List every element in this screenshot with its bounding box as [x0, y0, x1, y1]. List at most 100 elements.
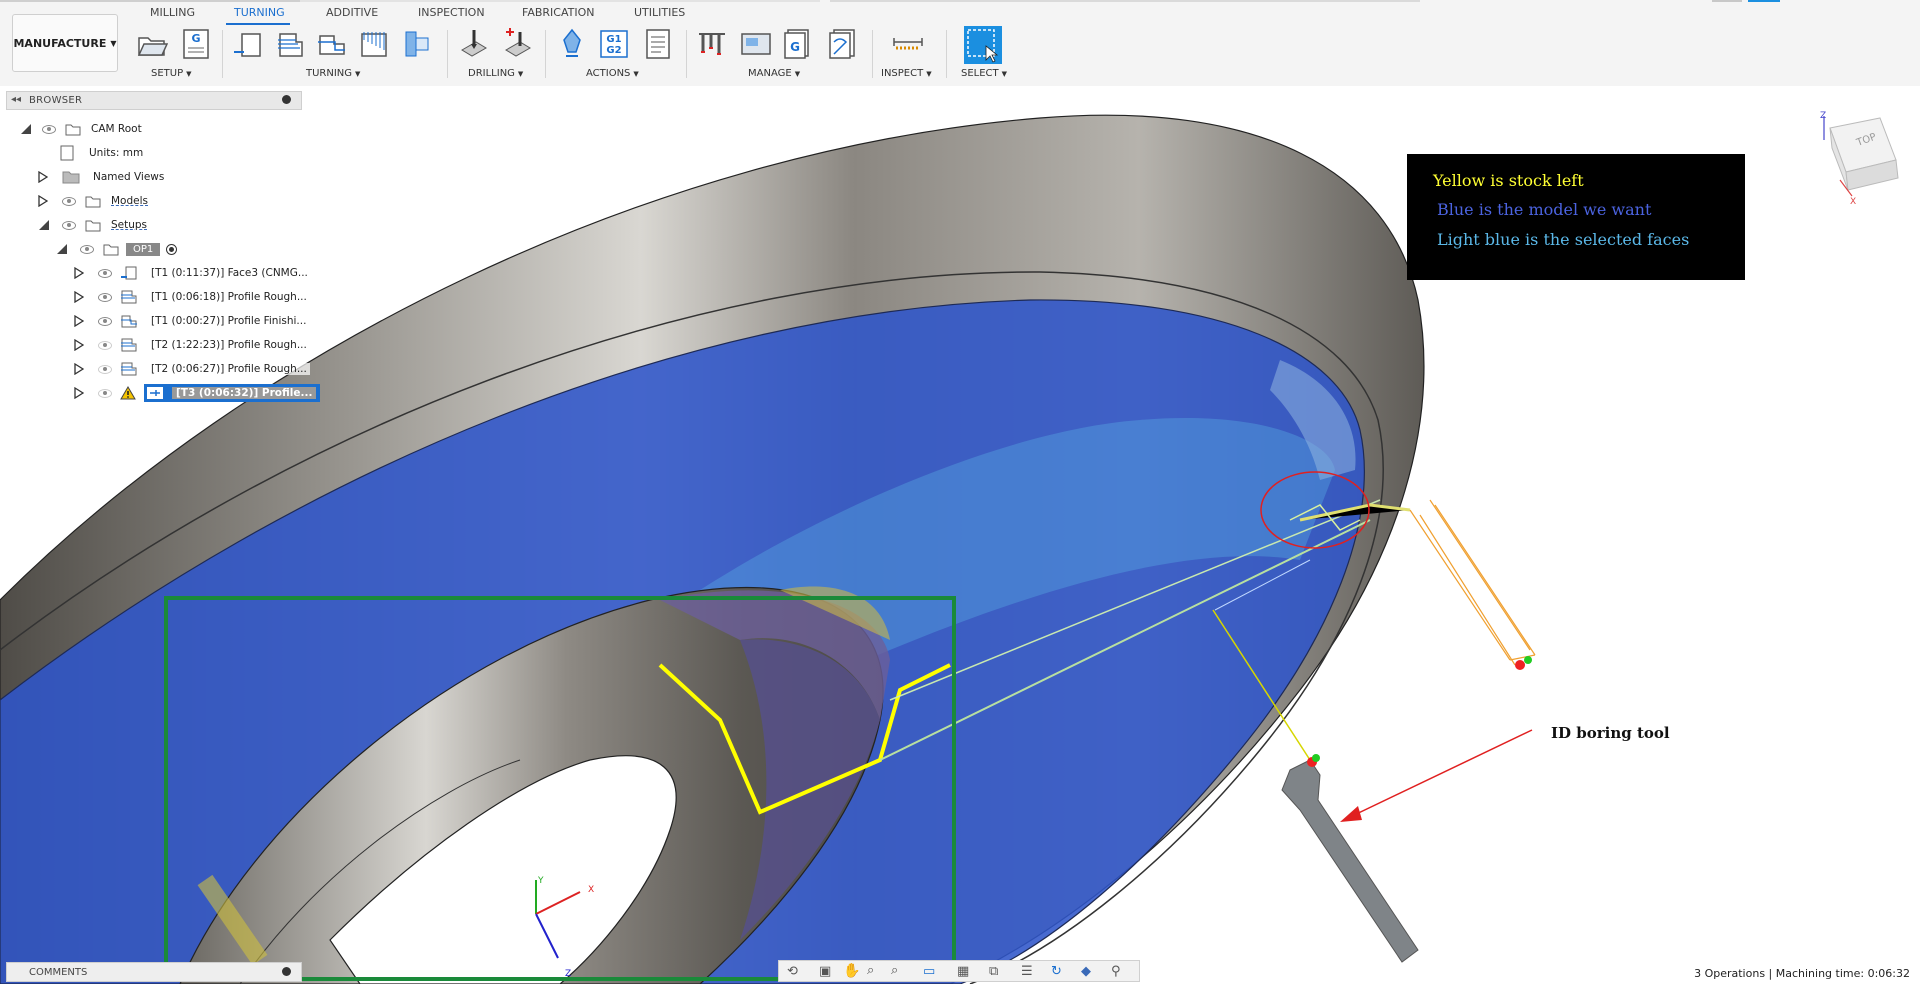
tab-additive[interactable]: ADDITIVE [326, 6, 378, 19]
tab-milling[interactable]: MILLING [150, 6, 195, 19]
chevron-down-icon: ▼ [355, 70, 361, 78]
viewports-icon[interactable]: ⧉ [989, 964, 998, 979]
post-library-icon[interactable]: G [782, 28, 814, 60]
machine-library-icon[interactable] [740, 28, 772, 60]
add-comment-icon[interactable] [282, 967, 291, 976]
group-divider [447, 30, 448, 78]
visibility-eye-hidden-icon[interactable] [98, 340, 112, 350]
effects-icon[interactable]: ⚲ [1111, 964, 1121, 979]
chevron-down-icon: ▼ [794, 70, 801, 78]
tree-item-cam-root[interactable]: CAM Root [20, 120, 145, 138]
collapse-panel-icon[interactable]: ◂◂ [11, 94, 21, 105]
drill-add-icon[interactable] [502, 28, 534, 60]
group-drilling-menu[interactable]: DRILLING ▼ [468, 68, 523, 79]
comments-panel[interactable]: COMMENTS [6, 962, 302, 982]
select-icon[interactable] [964, 26, 1002, 64]
refresh-icon[interactable]: ↻ [1051, 964, 1062, 979]
tab-fabrication[interactable]: FABRICATION [522, 6, 594, 19]
expand-triangle-icon[interactable] [38, 171, 48, 183]
ribbon-toolbar: MANUFACTURE ▼ MILLING TURNING ADDITIVE I… [0, 0, 1920, 87]
pan-icon[interactable]: ✋ [843, 963, 860, 979]
expand-triangle-icon[interactable] [74, 363, 84, 375]
operation-label: [T2 (0:06:27)] Profile Rough... [148, 363, 310, 375]
tool-library-icon[interactable] [696, 28, 728, 60]
orbit-icon[interactable]: ⟲ [787, 964, 798, 979]
tree-item-setups[interactable]: Setups [38, 216, 151, 234]
expand-triangle-icon[interactable] [74, 315, 84, 327]
turning-part-icon[interactable] [400, 28, 432, 60]
setup-sheet-icon[interactable] [642, 28, 674, 60]
group-divider [946, 30, 947, 78]
tree-item-operation[interactable]: [T2 (0:06:27)] Profile Rough... [74, 360, 310, 378]
tree-item-operation[interactable]: [T2 (1:22:23)] Profile Rough... [74, 336, 310, 354]
look-at-icon[interactable]: ▣ [819, 964, 831, 979]
activate-radio-icon[interactable] [166, 243, 178, 255]
post-process-icon[interactable]: G1 G2 [598, 28, 630, 60]
group-divider [686, 30, 687, 78]
turning-groove-icon[interactable] [358, 28, 390, 60]
grid-icon[interactable]: ▦ [957, 964, 969, 979]
environment-icon[interactable]: ◆ [1081, 964, 1091, 979]
drill-icon[interactable] [458, 28, 490, 60]
tab-turning[interactable]: TURNING [234, 6, 285, 19]
zoom-icon[interactable]: ⌕ [867, 963, 874, 978]
visibility-eye-icon[interactable] [98, 268, 112, 278]
visibility-eye-icon[interactable] [42, 124, 56, 134]
simulate-icon[interactable] [556, 28, 588, 60]
view-cube[interactable]: TOP Z X [1820, 111, 1899, 207]
annotation-label: ID boring tool [1551, 724, 1670, 742]
legend-yellow: Yellow is stock left [1433, 171, 1584, 190]
collapse-triangle-icon[interactable] [56, 243, 68, 255]
annotation-arrowhead [1340, 806, 1362, 822]
group-select-menu[interactable]: SELECT ▼ [961, 68, 1007, 79]
display-settings-icon[interactable]: ▭ [923, 964, 935, 979]
tab-inspection[interactable]: INSPECTION [418, 6, 485, 19]
tree-item-op1[interactable]: OP1 [56, 240, 178, 258]
expand-triangle-icon[interactable] [74, 387, 84, 399]
group-setup-label: SETUP [151, 68, 184, 79]
visibility-eye-icon[interactable] [98, 316, 112, 326]
zoom-window-icon[interactable]: ⌕ [891, 963, 898, 978]
panel-options-icon[interactable] [282, 95, 291, 104]
tree-item-operation[interactable]: [T1 (0:11:37)] Face3 (CNMG... [74, 264, 311, 282]
tree-item-units[interactable]: Units: mm [60, 144, 147, 162]
group-actions-menu[interactable]: ACTIONS ▼ [586, 68, 639, 79]
setup-folder-icon[interactable] [136, 28, 168, 60]
tree-item-named-views[interactable]: Named Views [38, 168, 168, 186]
nc-program-icon[interactable]: G [180, 28, 212, 60]
expand-triangle-icon[interactable] [38, 195, 48, 207]
expand-triangle-icon[interactable] [74, 267, 84, 279]
tree-item-operation-selected[interactable]: [T3 (0:06:32)] Profile... [74, 384, 321, 402]
folder-icon [62, 171, 80, 184]
collapse-triangle-icon[interactable] [20, 123, 32, 135]
turning-face-icon[interactable] [232, 28, 264, 60]
turning-profile-finishing-icon[interactable] [316, 28, 348, 60]
visibility-eye-icon[interactable] [80, 244, 94, 254]
group-inspect-menu[interactable]: INSPECT ▼ [881, 68, 932, 79]
group-manage-menu[interactable]: MANAGE ▼ [748, 68, 800, 79]
visibility-eye-hidden-icon[interactable] [98, 388, 112, 398]
template-library-icon[interactable] [826, 28, 858, 60]
group-select-label: SELECT [961, 68, 999, 79]
tree-item-operation[interactable]: [T1 (0:00:27)] Profile Finishi... [74, 312, 310, 330]
tree-item-models[interactable]: Models [38, 192, 151, 210]
measure-icon[interactable] [892, 28, 924, 60]
expand-triangle-icon[interactable] [74, 291, 84, 303]
ribbon-top-line [1712, 0, 1742, 2]
expand-triangle-icon[interactable] [74, 339, 84, 351]
profile-roughing-icon [121, 338, 137, 352]
browser-panel-header[interactable]: ◂◂ BROWSER [6, 91, 302, 110]
tab-utilities[interactable]: UTILITIES [634, 6, 685, 19]
group-setup-menu[interactable]: SETUP ▼ [151, 68, 192, 79]
turning-profile-roughing-icon[interactable] [274, 28, 306, 60]
tree-item-operation[interactable]: [T1 (0:06:18)] Profile Rough... [74, 288, 310, 306]
visibility-eye-hidden-icon[interactable] [98, 364, 112, 374]
workspace-switcher[interactable]: MANUFACTURE ▼ [12, 14, 118, 72]
group-turning-menu[interactable]: TURNING ▼ [306, 68, 360, 79]
boring-tool-body [1281, 759, 1419, 963]
visibility-eye-icon[interactable] [98, 292, 112, 302]
section-icon[interactable]: ☰ [1021, 964, 1033, 979]
visibility-eye-icon[interactable] [62, 220, 76, 230]
visibility-eye-icon[interactable] [62, 196, 76, 206]
collapse-triangle-icon[interactable] [38, 219, 50, 231]
